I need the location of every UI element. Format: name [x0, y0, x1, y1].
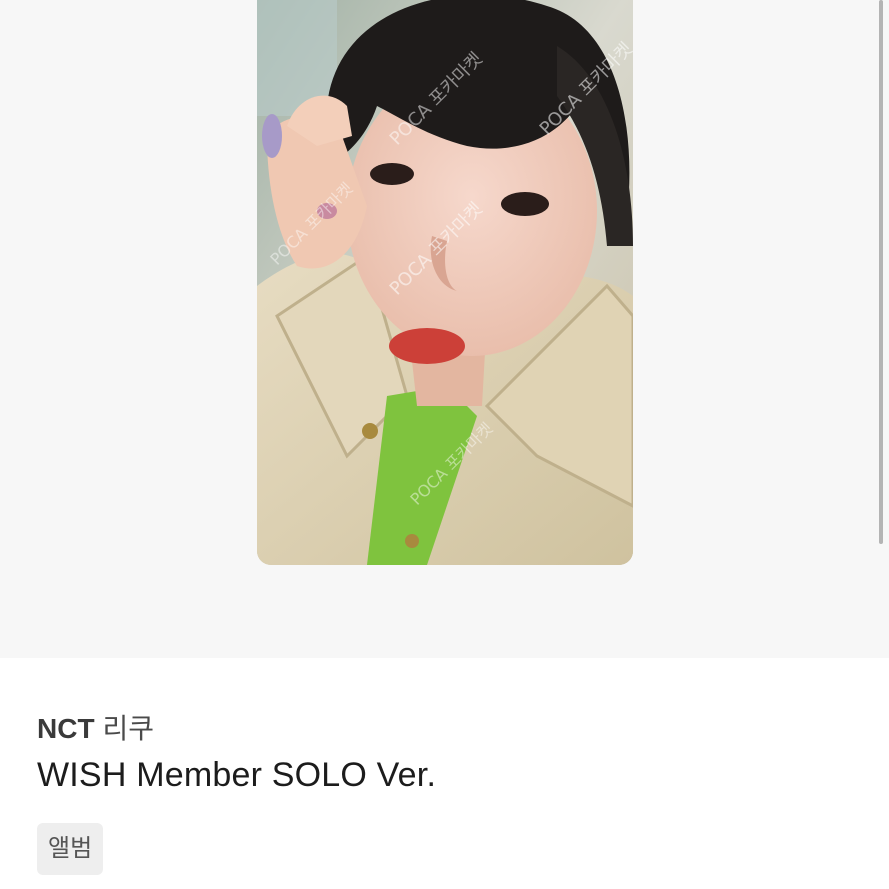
- artist-line: NCT 리쿠: [37, 707, 154, 747]
- photocard-image[interactable]: POCA 포카마켓 POCA 포카마켓 POCA 포카마켓 POCA 포카마켓 …: [257, 0, 633, 565]
- product-image-area: POCA 포카마켓 POCA 포카마켓 POCA 포카마켓 POCA 포카마켓 …: [0, 0, 889, 658]
- category-tag[interactable]: 앨범: [37, 823, 104, 875]
- product-title: WISH Member SOLO Ver.: [37, 756, 437, 794]
- photocard-detail-page: POCA 포카마켓 POCA 포카마켓 POCA 포카마켓 POCA 포카마켓 …: [0, 0, 889, 889]
- product-info: NCT 리쿠 WISH Member SOLO Ver. 앨범: [0, 658, 889, 889]
- artist-member[interactable]: 리쿠: [103, 713, 155, 744]
- artist-group[interactable]: NCT: [37, 713, 95, 744]
- scrollbar-thumb[interactable]: [879, 0, 883, 544]
